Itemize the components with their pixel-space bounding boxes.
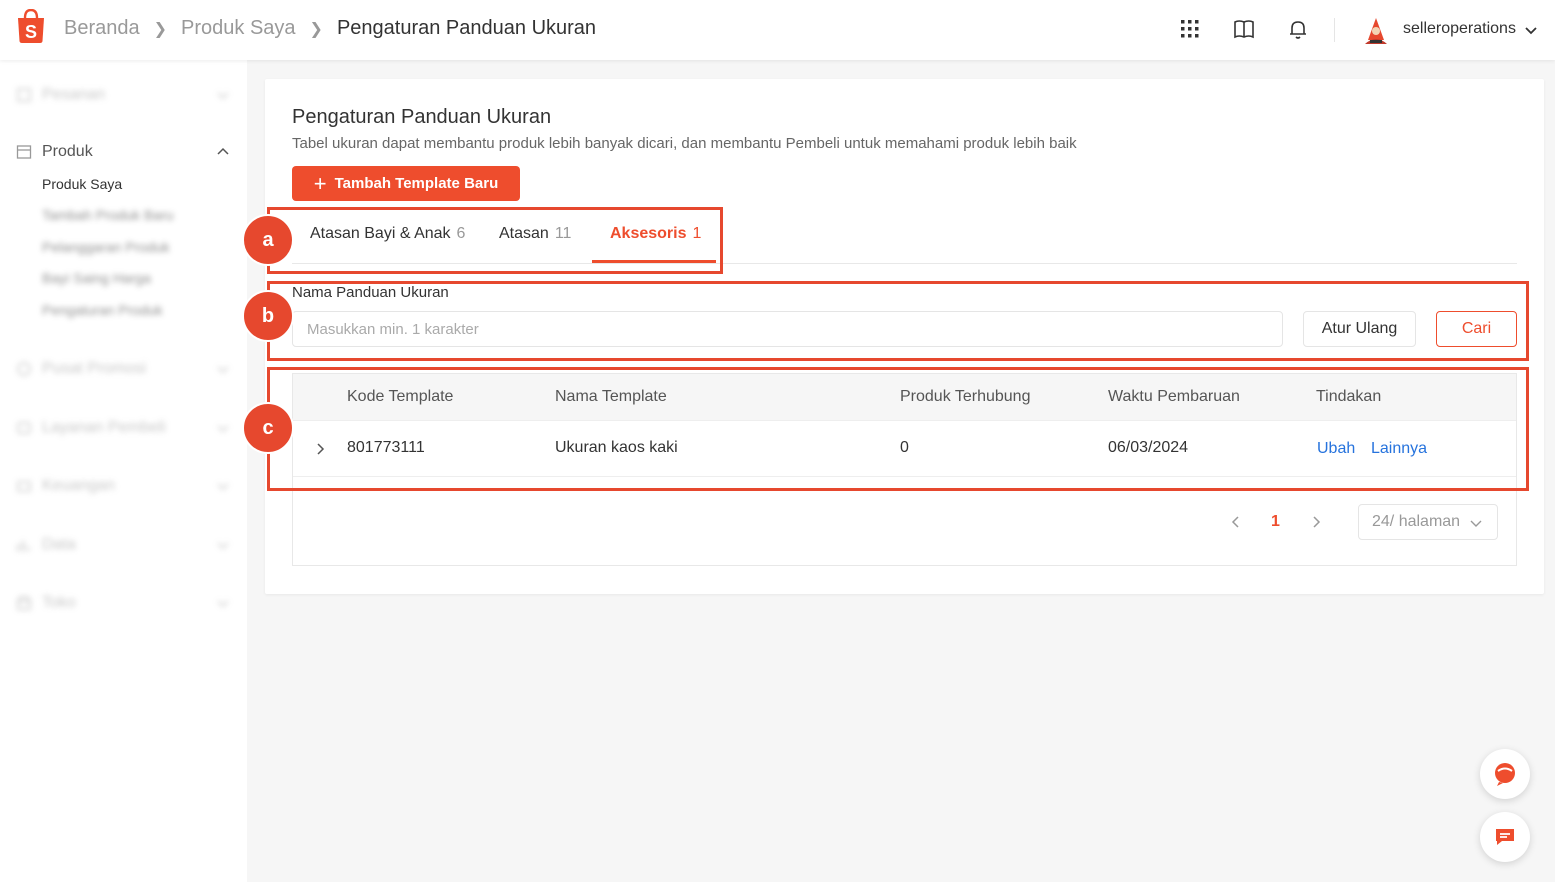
breadcrumb-current: Pengaturan Panduan Ukuran [336,17,597,39]
annotation-badge-b: b [242,290,294,342]
chevron-down-icon [217,92,229,100]
svg-text:S: S [25,22,37,42]
sidebar-item-add-product[interactable]: Tambah Produk Baru [42,207,174,223]
sidebar-item-product-violations[interactable]: Pelanggaran Produk [42,239,170,255]
sidebar-group-label: Toko [42,594,76,611]
chevron-right-icon[interactable] [1309,515,1323,529]
sidebar-group-label: Keuangan [42,477,115,494]
breadcrumb: Beranda ❯ Produk Saya ❯ Pengaturan Pandu… [64,17,596,40]
product-icon [16,145,32,159]
page-description: Tabel ukuran dapat membantu produk lebih… [292,135,1077,152]
annotation-badge-c: c [242,402,294,454]
bell-icon[interactable] [1287,18,1309,40]
chat-button[interactable] [1480,812,1530,862]
message-icon [1496,829,1514,845]
annotation-badge-a: a [242,214,294,266]
sidebar-group-finance[interactable]: Keuangan [16,477,230,495]
sidebar-group-customer-service[interactable]: Layanan Pembeli [16,419,230,437]
sidebar: Pesanan Produk Produk Saya Tambah Produk… [0,60,247,882]
sidebar-group-label: Pusat Promosi [42,360,147,377]
chevron-down-icon [217,542,229,550]
add-template-button[interactable]: + Tambah Template Baru [292,166,520,201]
sidebar-group-products[interactable]: Produk [16,143,230,161]
chevron-left-icon[interactable] [1229,515,1243,529]
finance-icon [17,481,31,492]
sidebar-group-shop[interactable]: Toko [16,594,230,612]
sidebar-item-price-compete[interactable]: Bayi Saing Harga [42,270,151,286]
shopee-logo-icon[interactable]: S [16,9,46,43]
chevron-down-icon [217,366,229,374]
page-title: Pengaturan Panduan Ukuran [292,106,552,128]
book-icon[interactable] [1233,18,1255,40]
add-template-label: Tambah Template Baru [334,175,499,192]
assistant-button[interactable] [1480,749,1530,799]
sidebar-group-label: Data [42,536,76,553]
sidebar-item-product-settings[interactable]: Pengaturan Produk [42,302,163,318]
avatar[interactable] [1360,14,1392,46]
header-divider [1334,18,1335,42]
sidebar-group-orders[interactable]: Pesanan [16,86,230,104]
annotation-box-c [267,367,1529,491]
chat-bubble-icon [1495,763,1515,786]
promo-icon [17,362,31,376]
sidebar-group-promotions[interactable]: Pusat Promosi [16,360,230,378]
chevron-down-icon [217,483,229,491]
page-number-current[interactable]: 1 [1271,513,1280,531]
apps-grid-icon[interactable] [1179,18,1201,40]
pagination: 1 24/ halaman [293,504,1516,540]
top-header: S Beranda ❯ Produk Saya ❯ Pengaturan Pan… [0,0,1555,60]
sidebar-group-label: Layanan Pembeli [42,419,166,436]
chevron-down-icon [217,600,229,608]
chevron-down-icon[interactable] [1523,22,1539,38]
sidebar-group-label: Pesanan [42,86,106,103]
chevron-up-icon [217,147,229,155]
breadcrumb-home[interactable]: Beranda [64,17,140,40]
plus-icon: + [313,170,327,196]
sidebar-group-data[interactable]: Data [16,536,230,554]
annotation-box-b [267,281,1529,361]
chevron-right-icon: ❯ [309,20,323,38]
sidebar-group-label: Produk [42,143,93,160]
order-icon [17,88,31,102]
service-icon [17,422,31,434]
page-size-select[interactable]: 24/ halaman [1358,504,1498,540]
sidebar-item-my-products[interactable]: Produk Saya [42,176,122,192]
page-size-value: 24/ halaman [1372,513,1461,530]
shop-icon [17,596,31,610]
data-icon [17,541,29,551]
chevron-down-icon [1470,520,1482,527]
annotation-box-a [267,207,723,274]
username[interactable]: selleroperations [1403,20,1516,38]
breadcrumb-my-products[interactable]: Produk Saya [181,17,296,40]
chevron-down-icon [217,425,229,433]
chevron-right-icon: ❯ [153,20,168,38]
